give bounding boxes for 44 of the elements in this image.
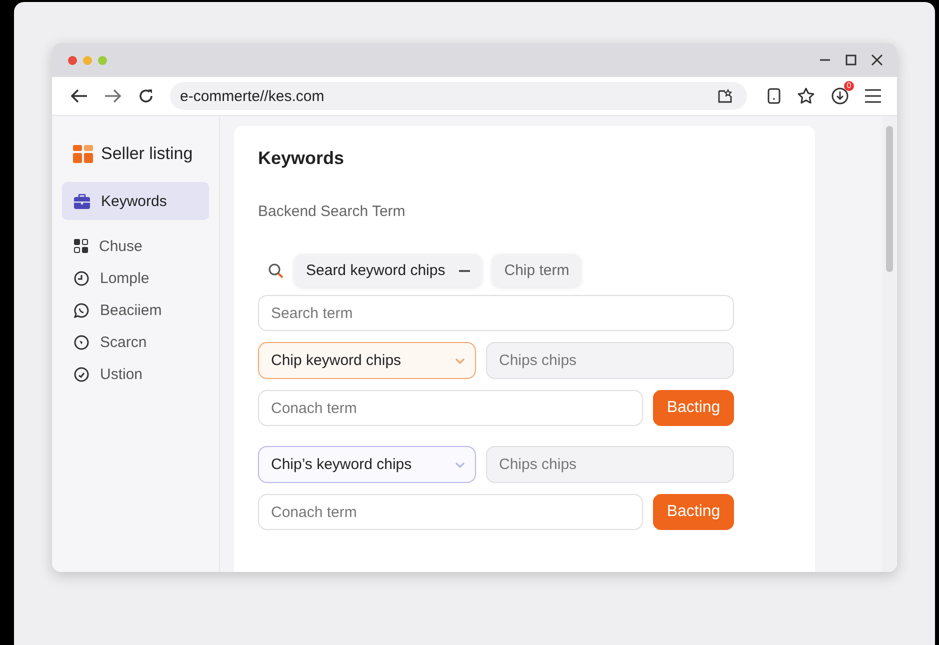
bookmark-add-icon[interactable]	[717, 88, 733, 104]
grid-logo-icon	[73, 144, 93, 164]
check-circle-icon	[74, 366, 89, 382]
briefcase-icon	[74, 194, 90, 208]
keyword-chip[interactable]: Chip term	[492, 254, 582, 287]
minimize-dot[interactable]	[83, 56, 92, 64]
sidebar-item[interactable]: Lomple	[62, 262, 209, 294]
term-field[interactable]: Conach term	[258, 390, 643, 426]
section-label: Backend Search Term	[258, 203, 406, 220]
reload-icon[interactable]	[138, 88, 154, 104]
search-icon	[268, 262, 284, 278]
keyword-dropdown[interactable]: Chip’s keyword chips	[258, 446, 476, 483]
chevron-down-icon	[455, 462, 465, 468]
chips-field[interactable]: Chips chips	[486, 446, 734, 483]
keyword-chip[interactable]: Seard keyword chips	[294, 254, 482, 287]
maximize-icon[interactable]	[845, 54, 857, 66]
grid-icon	[74, 239, 88, 253]
keyword-dropdown[interactable]: Chip keyword chips	[258, 342, 476, 379]
clock-icon	[74, 270, 89, 286]
back-icon[interactable]	[70, 88, 88, 104]
menu-icon[interactable]	[865, 89, 881, 103]
page-title: Keywords	[258, 148, 346, 169]
sidebar-item[interactable]: Ustion	[62, 358, 209, 390]
close-icon[interactable]	[871, 54, 883, 66]
chat-icon	[74, 302, 89, 318]
chips-field[interactable]: Chips chips	[486, 342, 734, 379]
download-icon[interactable]	[831, 87, 849, 105]
term-field[interactable]: Conach term	[258, 494, 643, 530]
tablet-icon[interactable]	[767, 88, 781, 104]
sidebar-item[interactable]: Beaciiem	[62, 294, 209, 326]
notification-badge: 0	[844, 81, 854, 91]
maximize-dot[interactable]	[98, 56, 107, 64]
star-icon[interactable]	[797, 87, 815, 105]
chevron-down-icon	[455, 358, 465, 364]
target-icon	[74, 334, 89, 350]
close-dot[interactable]	[68, 56, 77, 64]
sidebar-item[interactable]: Scarcn	[62, 326, 209, 358]
sidebar-title: Seller listing	[101, 144, 193, 164]
sidebar-item[interactable]: Chuse	[62, 230, 209, 262]
search-field[interactable]: Search term	[258, 295, 734, 331]
scrollbar[interactable]	[882, 116, 896, 572]
forward-icon[interactable]	[104, 88, 122, 104]
sidebar-item[interactable]: Keywords	[62, 182, 209, 220]
address-bar[interactable]: e-commerte//kes.com	[170, 82, 747, 110]
